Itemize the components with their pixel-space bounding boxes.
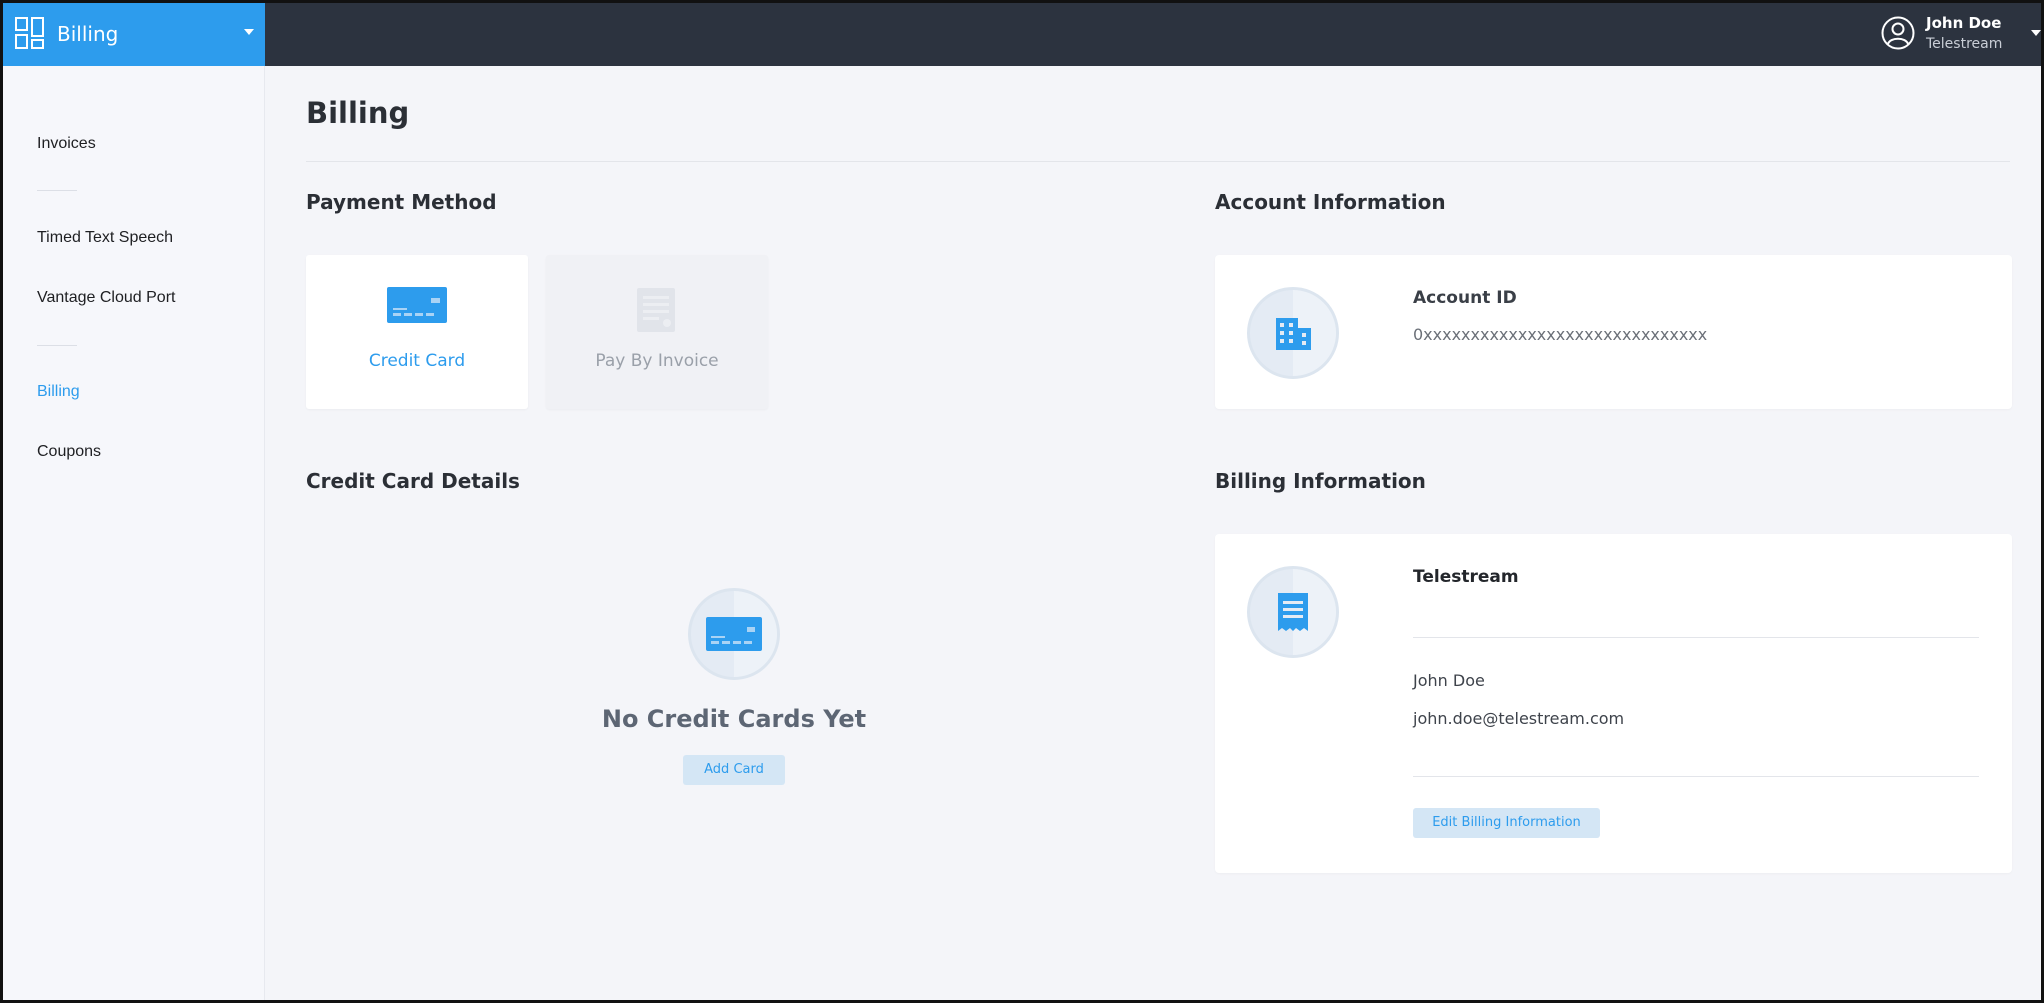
sidebar-item-coupons[interactable]: Coupons (37, 443, 101, 461)
main-content: Billing Payment Method Credit Card Pay B… (265, 66, 2041, 1000)
sidebar-item-invoices[interactable]: Invoices (37, 135, 96, 153)
invoice-icon (637, 288, 675, 332)
credit-card-icon (706, 617, 762, 651)
payment-option-label: Credit Card (368, 351, 466, 371)
divider (1413, 637, 1979, 638)
credit-card-icon (387, 287, 447, 323)
account-information-panel: Account ID 0xxxxxxxxxxxxxxxxxxxxxxxxxxxx… (1215, 255, 2012, 409)
account-id-value: 0xxxxxxxxxxxxxxxxxxxxxxxxxxxxxx (1413, 325, 1708, 344)
payment-option-label: Pay By Invoice (595, 351, 719, 371)
page-title: Billing (306, 96, 410, 130)
top-bar: Billing John Doe Telestream (3, 3, 2041, 66)
payment-method-heading: Payment Method (306, 190, 497, 214)
payment-option-credit-card[interactable]: Credit Card (306, 255, 528, 409)
user-menu[interactable]: John Doe Telestream (1881, 3, 2041, 66)
building-icon (1276, 318, 1311, 350)
sidebar: Invoices Timed Text Speech Vantage Cloud… (3, 66, 265, 1000)
user-circle-icon (1881, 16, 1915, 50)
receipt-icon (1278, 593, 1308, 631)
billing-contact-email: john.doe@telestream.com (1413, 709, 1625, 728)
billing-information-panel: Telestream John Doe john.doe@telestream.… (1215, 534, 2012, 873)
sidebar-item-timed-text-speech[interactable]: Timed Text Speech (37, 229, 173, 247)
divider (1413, 776, 1979, 777)
billing-badge (1247, 566, 1339, 658)
payment-option-pay-by-invoice[interactable]: Pay By Invoice (546, 255, 768, 409)
credit-card-details-heading: Credit Card Details (306, 469, 520, 493)
grid-icon (15, 17, 44, 49)
nav-divider (37, 345, 77, 346)
nav-divider (37, 190, 77, 191)
account-id-label: Account ID (1413, 288, 1517, 308)
empty-state-message: No Credit Cards Yet (601, 705, 867, 733)
app-switcher-dropdown[interactable]: Billing (3, 3, 265, 66)
user-name: John Doe (1926, 14, 2002, 32)
add-card-button[interactable]: Add Card (683, 755, 785, 785)
account-information-heading: Account Information (1215, 190, 1446, 214)
app-window: Billing John Doe Telestream Invoices Tim… (0, 0, 2044, 1003)
sidebar-item-vantage-cloud-port[interactable]: Vantage Cloud Port (37, 289, 175, 307)
divider (306, 161, 2010, 162)
billing-information-heading: Billing Information (1215, 469, 1426, 493)
sidebar-item-billing[interactable]: Billing (37, 383, 80, 401)
credit-card-badge (688, 588, 780, 680)
billing-company-name: Telestream (1413, 567, 1519, 587)
chevron-down-icon (2031, 30, 2041, 36)
app-name: Billing (57, 22, 119, 46)
chevron-down-icon (244, 29, 254, 35)
edit-billing-information-button[interactable]: Edit Billing Information (1413, 808, 1600, 838)
account-badge (1247, 287, 1339, 379)
billing-contact-name: John Doe (1413, 671, 1485, 690)
user-organization: Telestream (1926, 36, 2003, 52)
